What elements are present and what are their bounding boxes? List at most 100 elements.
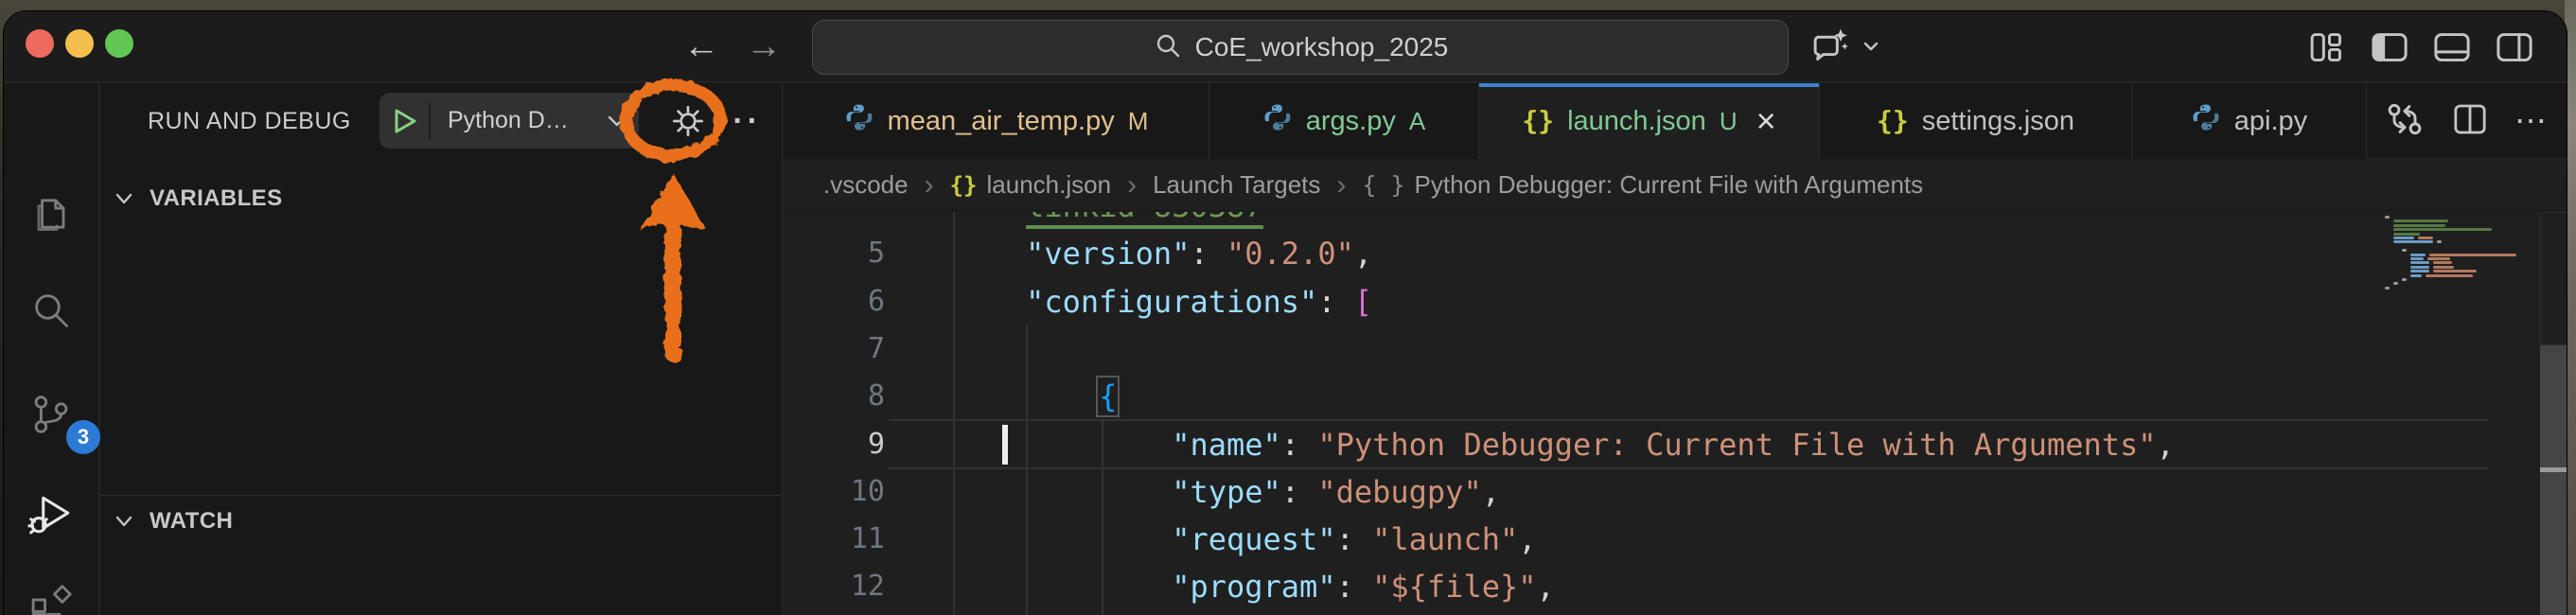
minimap-line — [2433, 261, 2452, 265]
minimap-line — [2410, 253, 2426, 256]
more-actions-icon[interactable]: ⋯ — [2514, 102, 2550, 140]
debug-configuration-dropdown[interactable]: Python D… — [379, 93, 639, 149]
minimap-line — [2402, 249, 2407, 253]
breadcrumb-item[interactable]: .vscode — [823, 170, 909, 200]
search-icon — [1153, 30, 1183, 65]
line-number: 7 — [867, 331, 885, 365]
minimap-line — [2426, 273, 2473, 277]
watch-section-label: WATCH — [150, 508, 234, 534]
variables-section-header[interactable]: VARIABLES — [112, 185, 283, 212]
code-line: "program": "${file}", — [1172, 569, 1555, 606]
view-more-actions-button[interactable]: ··· — [714, 95, 767, 148]
start-debugging-icon[interactable] — [379, 105, 429, 137]
minimap-line — [2393, 240, 2433, 244]
navigate-back-button[interactable]: ← — [683, 11, 719, 82]
tab-label: settings.json — [1921, 105, 2074, 136]
breadcrumb-separator: › — [1127, 168, 1138, 201]
python-file-icon — [844, 102, 874, 140]
split-editor-icon[interactable] — [2450, 99, 2490, 144]
vertical-scrollbar[interactable] — [2540, 345, 2567, 615]
activity-bar-item-source-control[interactable]: 3 — [26, 390, 100, 454]
chevron-down-icon — [115, 193, 132, 204]
minimap-line — [2402, 278, 2407, 281]
tab-mean_air_temp.py[interactable]: mean_air_temp.py M — [784, 83, 1209, 159]
line-number: 9 — [867, 427, 885, 461]
symbol-object-icon: { } — [1362, 171, 1405, 199]
minimap-line — [2433, 265, 2454, 269]
variables-section-label: VARIABLES — [150, 185, 283, 211]
code-line: linkid=830387 — [953, 212, 1263, 230]
tab-args.py[interactable]: args.py A — [1209, 83, 1479, 159]
line-number: 10 — [850, 474, 885, 508]
breadcrumb-label: Python Debugger: Current File with Argum… — [1414, 170, 1924, 199]
breadcrumb-separator: › — [924, 168, 934, 201]
source-control-badge: 3 — [66, 420, 100, 454]
code-line: "configurations": [ — [1026, 283, 1373, 320]
code-editor[interactable]: linkid=830387 5 "version": "0.2.0", 6 "con… — [784, 212, 2567, 615]
tab-label: launch.json — [1567, 105, 1706, 136]
tab-label: api.py — [2233, 105, 2308, 136]
command-center-search[interactable]: CoE_workshop_2025 — [812, 20, 1789, 75]
chevron-down-icon — [595, 107, 639, 135]
open-changes-icon[interactable] — [2384, 98, 2426, 145]
macos-zoom-button[interactable] — [105, 29, 133, 58]
debug-configuration-label: Python D… — [448, 107, 569, 133]
toggle-primary-sidebar-icon[interactable] — [2368, 26, 2411, 69]
tab-label: mean_air_temp.py — [887, 105, 1115, 136]
watch-section-header[interactable]: WATCH — [112, 508, 233, 535]
navigate-forward-button[interactable]: → — [746, 11, 782, 82]
scrollbar-cursor-marker — [2540, 467, 2567, 472]
activity-bar-item-extensions[interactable] — [26, 582, 76, 615]
breadcrumb-item[interactable]: {} launch.json — [950, 170, 1111, 200]
json-file-icon: {} — [1522, 105, 1555, 136]
tab-launch.json[interactable]: {} launch.json U × — [1479, 83, 1820, 159]
minimap-line — [2410, 261, 2429, 265]
breadcrumb-item[interactable]: Launch Targets — [1153, 170, 1320, 200]
activity-bar-item-search[interactable] — [26, 286, 76, 335]
tab-settings.json[interactable]: {} settings.json — [1820, 83, 2132, 159]
layout-controls — [2305, 26, 2536, 69]
line-number: 5 — [867, 237, 885, 271]
tab-bar: mean_air_temp.py Margs.py A {} launch.json U ×… — [784, 83, 2567, 159]
activity-bar-item-run-and-debug[interactable] — [26, 490, 76, 539]
close-tab-icon[interactable]: × — [1756, 104, 1776, 138]
copilot-chat-button[interactable] — [1809, 25, 1897, 72]
code-line: { — [1096, 376, 1120, 418]
workspace-title: CoE_workshop_2025 — [1194, 32, 1449, 62]
git-status-badge: M — [1127, 106, 1149, 135]
breadcrumb-item[interactable]: { } Python Debugger: Current File with Ar… — [1362, 170, 1923, 200]
json-file-icon: {} — [949, 171, 978, 199]
editor-actions: ⋯ — [2384, 83, 2550, 159]
section-divider — [100, 495, 782, 496]
minimap-line — [2437, 240, 2442, 244]
git-status-badge: A — [1408, 106, 1426, 135]
toggle-secondary-sidebar-icon[interactable] — [2493, 26, 2536, 69]
minimap-line — [2427, 257, 2450, 260]
minimap-line — [2429, 253, 2516, 256]
code-line: "type": "debugpy", — [1172, 473, 1500, 510]
code-line-current: "name": "Python Debugger: Current File w… — [1172, 426, 2175, 463]
minimap-line — [2410, 265, 2429, 269]
line-number: 12 — [850, 570, 885, 604]
minimap-line — [2418, 237, 2433, 239]
editor-group: mean_air_temp.py Margs.py A {} launch.json U ×… — [784, 83, 2567, 615]
breadcrumb-label: .vscode — [823, 170, 909, 199]
macos-minimize-button[interactable] — [65, 29, 94, 58]
customize-layout-icon[interactable] — [2305, 26, 2349, 69]
minimap[interactable] — [2385, 212, 2540, 615]
minimap-line — [2393, 228, 2492, 232]
toggle-panel-icon[interactable] — [2430, 26, 2474, 69]
activity-bar-item-explorer[interactable] — [26, 189, 76, 238]
debug-settings-gear-button[interactable] — [655, 88, 721, 154]
minimap-line — [2410, 270, 2429, 273]
minimap-line — [2393, 220, 2448, 223]
chevron-down-icon — [1861, 36, 1881, 62]
tab-api.py[interactable]: api.py — [2132, 83, 2367, 159]
minimap-viewport — [2540, 212, 2567, 345]
macos-close-button[interactable] — [26, 29, 54, 58]
code-line: "version": "0.2.0", — [1026, 236, 1373, 272]
line-number: 6 — [867, 284, 885, 318]
run-and-debug-sidebar: RUN AND DEBUG Python D… ··· VARIABLES WA… — [100, 83, 783, 615]
python-file-icon — [2191, 102, 2221, 140]
sidebar-title: RUN AND DEBUG — [148, 108, 351, 134]
